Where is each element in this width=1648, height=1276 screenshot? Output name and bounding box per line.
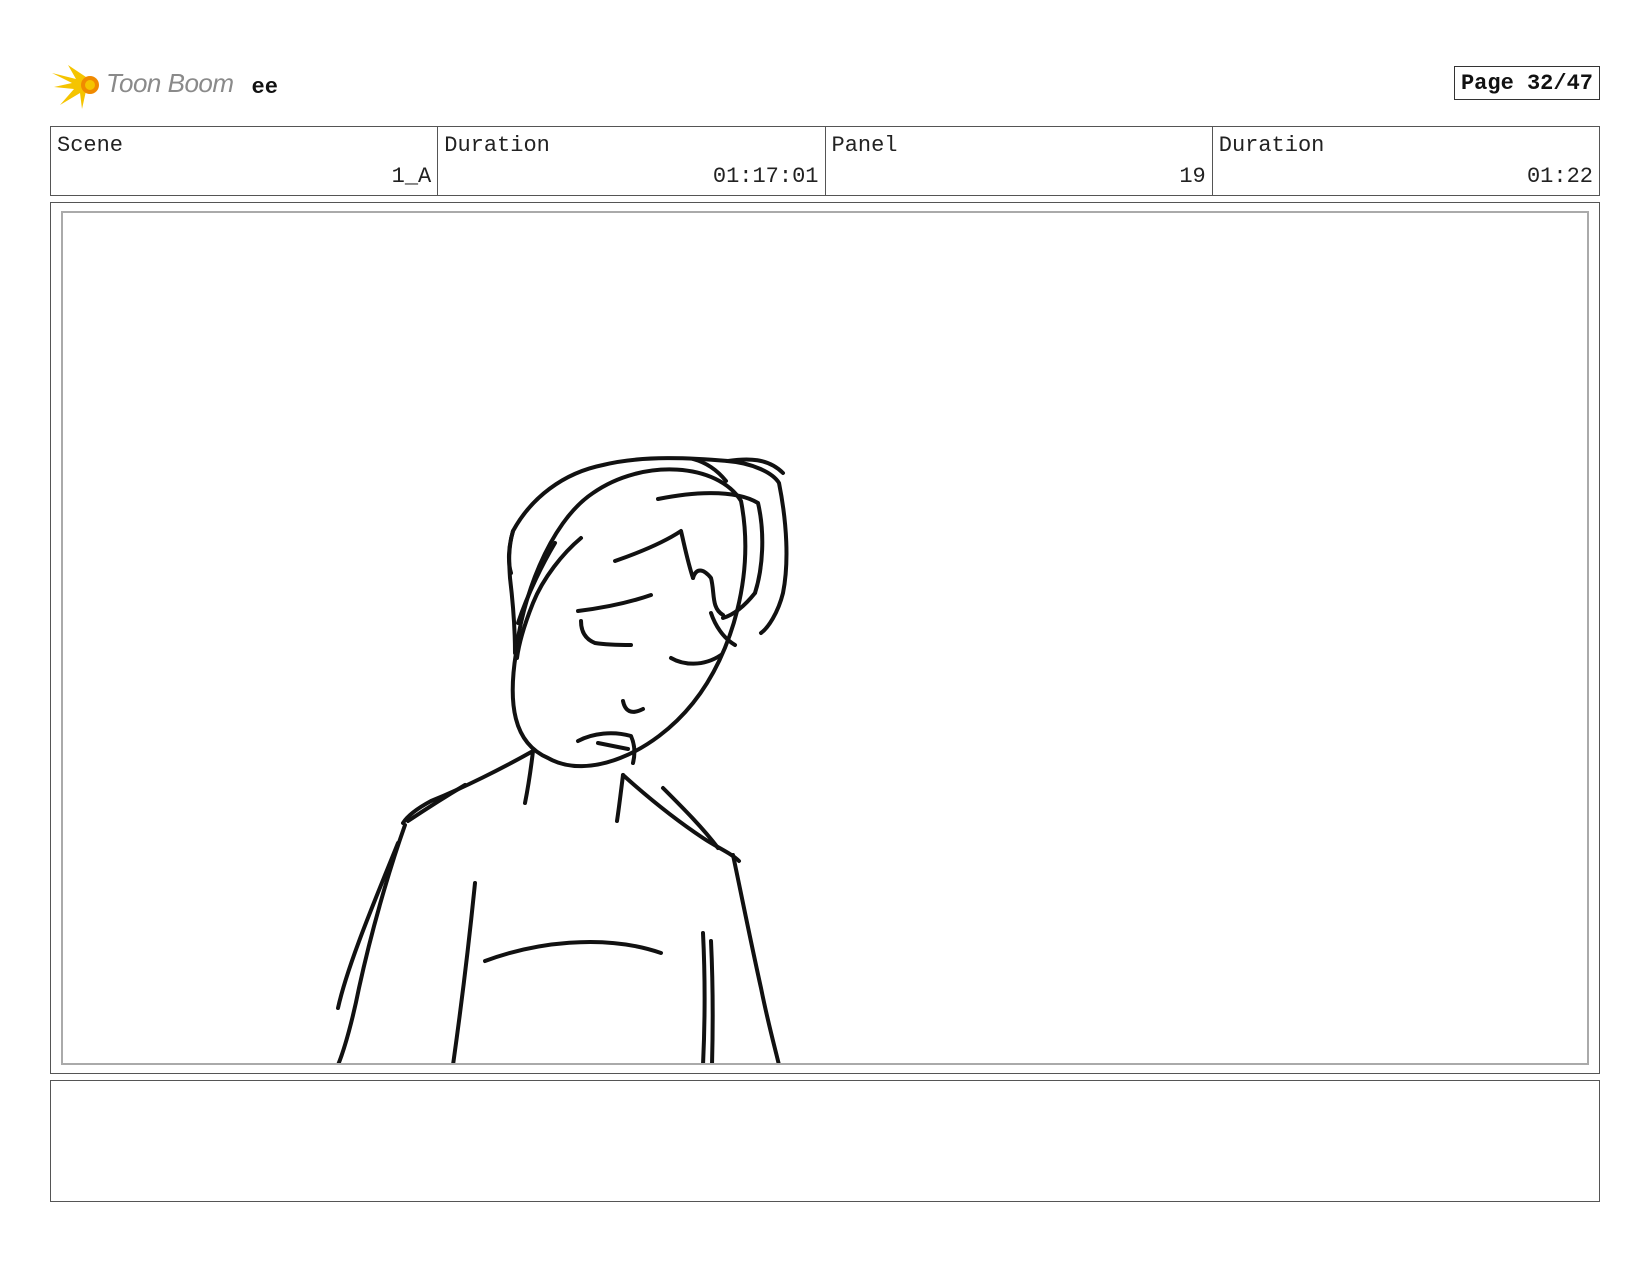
scene-duration-label: Duration <box>444 133 550 158</box>
scene-label: Scene <box>57 133 124 158</box>
panel-duration-cell: Duration 01:22 <box>1213 127 1599 195</box>
panel-label: Panel <box>831 133 898 158</box>
project-name: ee <box>251 74 278 100</box>
scene-duration-cell: Duration 01:17:01 <box>438 127 826 195</box>
panel-notes[interactable] <box>50 1080 1600 1202</box>
panel-duration-label: Duration <box>1218 133 1325 158</box>
logo-text: Toon Boom <box>106 67 234 98</box>
page-number: Page 32/47 <box>1453 66 1600 100</box>
panel-frame <box>50 202 1600 1074</box>
panel-info-table: Scene 1_A Duration 01:17:01 Panel 19 Dur… <box>50 126 1600 196</box>
scene-cell: Scene 1_A <box>51 127 439 195</box>
character-sketch <box>336 456 789 1063</box>
starburst-icon <box>52 65 99 109</box>
panel-value: 19 <box>1179 164 1206 189</box>
scene-duration-value: 01:17:01 <box>712 164 819 189</box>
scene-value: 1_A <box>391 164 432 189</box>
panel-cell: Panel 19 <box>826 127 1213 195</box>
toon-boom-logo: Toon Boom ee <box>50 58 278 112</box>
panel-image-area <box>61 211 1589 1065</box>
panel-duration-value: 01:22 <box>1526 164 1593 189</box>
page-header: Toon Boom ee Page 32/47 <box>50 58 1600 112</box>
